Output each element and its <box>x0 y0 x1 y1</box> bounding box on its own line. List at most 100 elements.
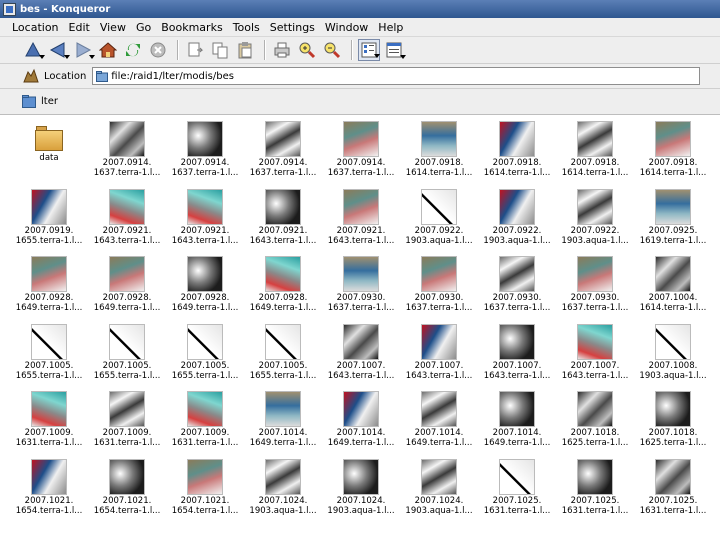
image-thumbnail <box>499 121 535 157</box>
file-item[interactable]: 2007.0914. 1637.terra-1.l... <box>323 117 399 184</box>
file-item[interactable]: 2007.0918. 1614.terra-1.l... <box>557 117 633 184</box>
file-item[interactable]: 2007.0918. 1614.terra-1.l... <box>401 117 477 184</box>
back-button[interactable] <box>47 39 70 61</box>
file-item[interactable]: 2007.0921. 1643.terra-1.l... <box>323 185 399 252</box>
file-name-line1: 2007.1014. <box>492 428 542 438</box>
file-item[interactable]: 2007.1008. 1903.aqua-1.l... <box>635 320 711 387</box>
file-item[interactable]: 2007.1025. 1631.terra-1.l... <box>635 455 711 522</box>
file-name-line1: 2007.0922. <box>492 225 542 236</box>
file-item[interactable]: 2007.1024. 1903.aqua-1.l... <box>323 455 399 522</box>
menu-window[interactable]: Window <box>325 21 368 34</box>
file-item[interactable]: 2007.1005. 1655.terra-1.l... <box>245 320 321 387</box>
file-item[interactable]: 2007.1014. 1649.terra-1.l... <box>245 387 321 454</box>
file-item[interactable]: 2007.0922. 1903.aqua-1.l... <box>401 185 477 252</box>
location-input[interactable] <box>111 70 692 82</box>
file-item[interactable]: 2007.1025. 1631.terra-1.l... <box>557 455 633 522</box>
icon-view-button[interactable] <box>358 39 380 61</box>
stop-button[interactable] <box>147 39 169 61</box>
image-thumbnail <box>31 391 67 427</box>
file-item[interactable]: 2007.0922. 1903.aqua-1.l... <box>557 185 633 252</box>
file-item[interactable]: 2007.0914. 1637.terra-1.l... <box>89 117 165 184</box>
file-item[interactable]: 2007.1018. 1625.terra-1.l... <box>635 387 711 454</box>
menu-go[interactable]: Go <box>136 21 151 34</box>
file-item[interactable]: 2007.0918. 1614.terra-1.l... <box>479 117 555 184</box>
file-name-line1: data <box>39 153 59 163</box>
zoom-out-button[interactable] <box>321 39 343 61</box>
file-item[interactable]: 2007.1014. 1649.terra-1.l... <box>323 387 399 454</box>
file-item[interactable]: 2007.0921. 1643.terra-1.l... <box>245 185 321 252</box>
image-thumbnail <box>655 256 691 292</box>
print-button[interactable] <box>271 39 293 61</box>
file-name-line2: 1637.terra-1.l... <box>405 303 473 313</box>
paste-button[interactable] <box>234 39 256 61</box>
up-button[interactable] <box>22 39 45 61</box>
cut-button[interactable] <box>184 39 206 61</box>
file-item[interactable]: 2007.1005. 1655.terra-1.l... <box>89 320 165 387</box>
image-thumbnail <box>109 121 145 157</box>
file-item[interactable]: 2007.0930. 1637.terra-1.l... <box>557 252 633 319</box>
file-item[interactable]: 2007.0928. 1649.terra-1.l... <box>245 252 321 319</box>
file-item[interactable]: 2007.0925. 1619.terra-1.l... <box>635 185 711 252</box>
file-item[interactable]: 2007.0930. 1637.terra-1.l... <box>479 252 555 319</box>
file-item[interactable]: 2007.0930. 1637.terra-1.l... <box>401 252 477 319</box>
file-item[interactable]: 2007.1007. 1643.terra-1.l... <box>323 320 399 387</box>
file-item[interactable]: 2007.1024. 1903.aqua-1.l... <box>401 455 477 522</box>
file-item[interactable]: 2007.1005. 1655.terra-1.l... <box>11 320 87 387</box>
file-item[interactable]: 2007.0922. 1903.aqua-1.l... <box>479 185 555 252</box>
file-icon-view[interactable]: data 2007.0914. 1637.terra-1.l... 2007.0914… <box>0 115 720 540</box>
folder-item[interactable]: data <box>11 117 87 184</box>
file-item[interactable]: 2007.1021. 1654.terra-1.l... <box>89 455 165 522</box>
zoom-in-button[interactable] <box>296 39 318 61</box>
file-item[interactable]: 2007.0921. 1643.terra-1.l... <box>89 185 165 252</box>
file-item[interactable]: 2007.1021. 1654.terra-1.l... <box>11 455 87 522</box>
file-name-line2: 1655.terra-1.l... <box>15 370 83 381</box>
menu-settings[interactable]: Settings <box>270 21 315 34</box>
file-item[interactable]: 2007.1014. 1649.terra-1.l... <box>479 387 555 454</box>
file-name-line2: 1649.terra-1.l... <box>249 438 317 448</box>
window-title: bes - Konqueror <box>20 3 111 15</box>
file-item[interactable]: 2007.1004. 1614.terra-1.l... <box>635 252 711 319</box>
menu-view[interactable]: View <box>100 21 126 34</box>
file-item[interactable]: 2007.0928. 1649.terra-1.l... <box>89 252 165 319</box>
image-thumbnail <box>109 391 145 427</box>
home-button[interactable] <box>97 39 119 61</box>
file-item[interactable]: 2007.1009. 1631.terra-1.l... <box>89 387 165 454</box>
menu-help[interactable]: Help <box>378 21 403 34</box>
file-item[interactable]: 2007.0928. 1649.terra-1.l... <box>167 252 243 319</box>
file-item[interactable]: 2007.1009. 1631.terra-1.l... <box>167 387 243 454</box>
file-item[interactable]: 2007.0928. 1649.terra-1.l... <box>11 252 87 319</box>
detail-view-button[interactable] <box>383 39 406 61</box>
file-item[interactable]: 2007.1009. 1631.terra-1.l... <box>11 387 87 454</box>
file-name-line1: 2007.1025. <box>570 495 620 506</box>
file-item[interactable]: 2007.1007. 1643.terra-1.l... <box>479 320 555 387</box>
file-item[interactable]: 2007.1014. 1649.terra-1.l... <box>401 387 477 454</box>
bookmark-lter[interactable]: lter <box>41 96 58 107</box>
copy-button[interactable] <box>209 39 231 61</box>
file-item[interactable]: 2007.0921. 1643.terra-1.l... <box>167 185 243 252</box>
file-item[interactable]: 2007.1005. 1655.terra-1.l... <box>167 320 243 387</box>
file-item[interactable]: 2007.1024. 1903.aqua-1.l... <box>245 455 321 522</box>
menu-bookmarks[interactable]: Bookmarks <box>161 21 222 34</box>
file-item[interactable]: 2007.1021. 1654.terra-1.l... <box>167 455 243 522</box>
file-name-line1: 2007.0921. <box>180 225 230 236</box>
file-item[interactable]: 2007.0914. 1637.terra-1.l... <box>245 117 321 184</box>
file-item[interactable]: 2007.0914. 1637.terra-1.l... <box>167 117 243 184</box>
reload-button[interactable] <box>122 39 144 61</box>
file-name-line2: 1643.terra-1.l... <box>171 235 239 246</box>
file-item[interactable]: 2007.1007. 1643.terra-1.l... <box>401 320 477 387</box>
file-item[interactable]: 2007.0918. 1614.terra-1.l... <box>635 117 711 184</box>
file-name-line2: 1625.terra-1.l... <box>561 438 629 448</box>
menu-edit[interactable]: Edit <box>69 21 90 34</box>
forward-button[interactable] <box>72 39 95 61</box>
file-item[interactable]: 2007.1025. 1631.terra-1.l... <box>479 455 555 522</box>
file-item[interactable]: 2007.1018. 1625.terra-1.l... <box>557 387 633 454</box>
menu-location[interactable]: Location <box>12 21 59 34</box>
file-item[interactable]: 2007.0930. 1637.terra-1.l... <box>323 252 399 319</box>
file-name-line1: 2007.1008. <box>648 360 698 371</box>
file-item[interactable]: 2007.1007. 1643.terra-1.l... <box>557 320 633 387</box>
file-name-line1: 2007.0918. <box>492 158 542 168</box>
file-item[interactable]: 2007.0919. 1655.terra-1.l... <box>11 185 87 252</box>
toolbar-separator <box>351 40 353 60</box>
menu-tools[interactable]: Tools <box>233 21 260 34</box>
location-field[interactable] <box>92 67 701 85</box>
